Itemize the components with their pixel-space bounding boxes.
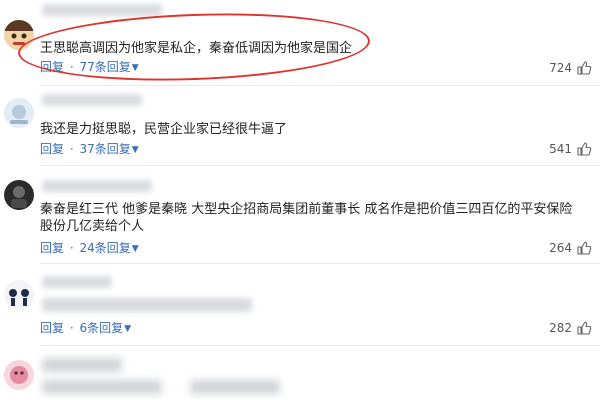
comment-item: 回复 · 6条回复▼ 282 <box>0 264 600 346</box>
like-count: 541 <box>549 142 572 156</box>
comment-item <box>0 346 600 400</box>
avatar-image <box>4 98 34 128</box>
avatar-image <box>4 280 34 310</box>
like-button[interactable]: 264 <box>549 240 592 256</box>
view-replies-link[interactable]: 37条回复▼ <box>80 142 139 156</box>
thumbs-up-icon <box>576 240 592 256</box>
comment-text: 我还是力挺思聪，民营企业家已经很牛逼了 <box>40 122 288 137</box>
avatar-image <box>4 360 34 390</box>
chevron-down-icon: ▼ <box>124 324 132 334</box>
thumbs-up-icon <box>576 60 592 76</box>
thumbs-up-icon <box>576 320 592 336</box>
replies-count-label: 24条回复 <box>79 241 131 255</box>
chevron-down-icon: ▼ <box>131 145 139 155</box>
like-count: 282 <box>549 321 572 335</box>
replies-count-label: 6条回复 <box>79 321 124 335</box>
comment-list: 王思聪高调因为他家是私企，秦奋低调因为他家是国企 回复 · 77条回复▼ 724… <box>0 0 600 400</box>
view-replies-link[interactable]: 24条回复▼ <box>80 241 139 255</box>
comment-actions: 回复 · 37条回复▼ <box>40 141 139 159</box>
avatar[interactable] <box>4 180 34 210</box>
separator-dot: · <box>69 60 74 74</box>
avatar-image <box>4 180 34 210</box>
comment-actions: 回复 · 6条回复▼ <box>40 320 131 338</box>
chevron-down-icon: ▼ <box>131 63 139 73</box>
like-button[interactable]: 724 <box>549 60 592 76</box>
avatar[interactable] <box>4 280 34 310</box>
comment-text-blurred <box>42 380 162 394</box>
username-blurred <box>42 358 122 372</box>
like-count: 724 <box>549 61 572 75</box>
replies-count-label: 37条回复 <box>79 142 131 156</box>
separator-dot: · <box>69 142 74 156</box>
like-button[interactable]: 282 <box>549 320 592 336</box>
like-count: 264 <box>549 241 572 255</box>
comment-item: 秦奋是红三代 他爹是秦晓 大型央企招商局集团前董事长 成名作是把价值三四百亿的平… <box>0 166 600 264</box>
username-blurred <box>42 4 162 16</box>
view-replies-link[interactable]: 6条回复▼ <box>80 321 132 335</box>
chevron-down-icon: ▼ <box>131 244 139 254</box>
reply-button[interactable]: 回复 <box>40 241 64 255</box>
comment-item: 我还是力挺思聪，民营企业家已经很牛逼了 回复 · 37条回复▼ 541 <box>0 86 600 166</box>
comment-text-blurred <box>42 298 252 312</box>
view-replies-link[interactable]: 77条回复▼ <box>80 60 139 74</box>
separator-dot: · <box>69 321 74 335</box>
comment-text-blurred <box>190 380 280 394</box>
comment-text: 秦奋是红三代 他爹是秦晓 大型央企招商局集团前董事长 成名作是把价值三四百亿的平… <box>40 202 573 234</box>
reply-button[interactable]: 回复 <box>40 321 64 335</box>
avatar[interactable] <box>4 360 34 390</box>
avatar[interactable] <box>4 98 34 128</box>
avatar-image <box>4 20 34 50</box>
like-button[interactable]: 541 <box>549 141 592 157</box>
comment-item: 王思聪高调因为他家是私企，秦奋低调因为他家是国企 回复 · 77条回复▼ 724 <box>0 0 600 86</box>
separator-dot: · <box>69 241 74 255</box>
replies-count-label: 77条回复 <box>79 60 131 74</box>
username-blurred <box>42 276 112 288</box>
comment-text: 王思聪高调因为他家是私企，秦奋低调因为他家是国企 <box>40 41 353 56</box>
thumbs-up-icon <box>576 141 592 157</box>
comment-actions: 回复 · 24条回复▼ <box>40 240 139 258</box>
username-blurred <box>42 180 152 192</box>
reply-button[interactable]: 回复 <box>40 142 64 156</box>
reply-button[interactable]: 回复 <box>40 60 64 74</box>
comment-actions: 回复 · 77条回复▼ <box>40 59 139 77</box>
username-blurred <box>42 94 142 106</box>
avatar[interactable] <box>4 20 34 50</box>
